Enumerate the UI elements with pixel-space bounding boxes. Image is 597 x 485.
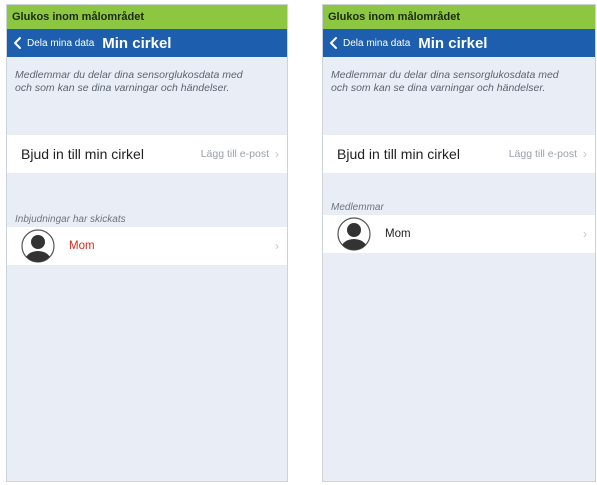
- description-line: och som kan se dina varningar och händel…: [15, 82, 230, 94]
- chevron-left-icon: [330, 37, 337, 49]
- back-button-label: Dela mina data: [343, 37, 411, 49]
- circle-description: Medlemmar du delar dina sensorglukosdata…: [323, 57, 595, 135]
- description-line: Medlemmar du delar dina sensorglukosdata…: [331, 69, 559, 81]
- circle-description: Medlemmar du delar dina sensorglukosdata…: [7, 57, 287, 135]
- page-title: Min cirkel: [102, 34, 172, 52]
- description-line: och som kan se dina varningar och händel…: [331, 82, 546, 94]
- back-button[interactable]: Dela mina data: [13, 36, 94, 50]
- navigation-bar: Dela mina data Min cirkel: [7, 29, 287, 57]
- member-name: Mom: [385, 228, 411, 240]
- page-title: Min cirkel: [418, 34, 488, 52]
- chevron-left-icon: [14, 37, 21, 49]
- back-button[interactable]: Dela mina data: [329, 36, 410, 50]
- invite-title: Bjud in till min cirkel: [21, 146, 144, 162]
- invite-to-circle-row[interactable]: Bjud in till min cirkel Lägg till e-post…: [7, 135, 287, 173]
- screen-members: Glukos inom målområdet Dela mina data Mi…: [322, 4, 596, 482]
- chevron-right-icon: ›: [275, 239, 279, 253]
- chevron-right-icon: ›: [583, 147, 587, 161]
- description-line: Medlemmar du delar dina sensorglukosdata…: [15, 69, 243, 81]
- section-header-members: Medlemmar: [331, 202, 384, 213]
- section-header-invitations-sent: Inbjudningar har skickats: [15, 214, 126, 225]
- status-bar-title: Glukos inom målområdet: [323, 5, 595, 29]
- screen-invitation-sent: Glukos inom målområdet Dela mina data Mi…: [6, 4, 288, 482]
- person-avatar-icon: [21, 229, 55, 263]
- add-email-label: Lägg till e-post: [508, 148, 577, 160]
- invite-title: Bjud in till min cirkel: [337, 146, 460, 162]
- status-bar-title: Glukos inom målområdet: [7, 5, 287, 29]
- person-avatar-icon: [337, 217, 371, 251]
- member-name-pending: Mom: [69, 240, 95, 252]
- member-row[interactable]: Mom ›: [7, 227, 287, 265]
- navigation-bar: Dela mina data Min cirkel: [323, 29, 595, 57]
- member-row[interactable]: Mom ›: [323, 215, 595, 253]
- chevron-right-icon: ›: [583, 227, 587, 241]
- back-button-label: Dela mina data: [27, 37, 95, 49]
- chevron-right-icon: ›: [275, 147, 279, 161]
- add-email-label: Lägg till e-post: [200, 148, 269, 160]
- invite-to-circle-row[interactable]: Bjud in till min cirkel Lägg till e-post…: [323, 135, 595, 173]
